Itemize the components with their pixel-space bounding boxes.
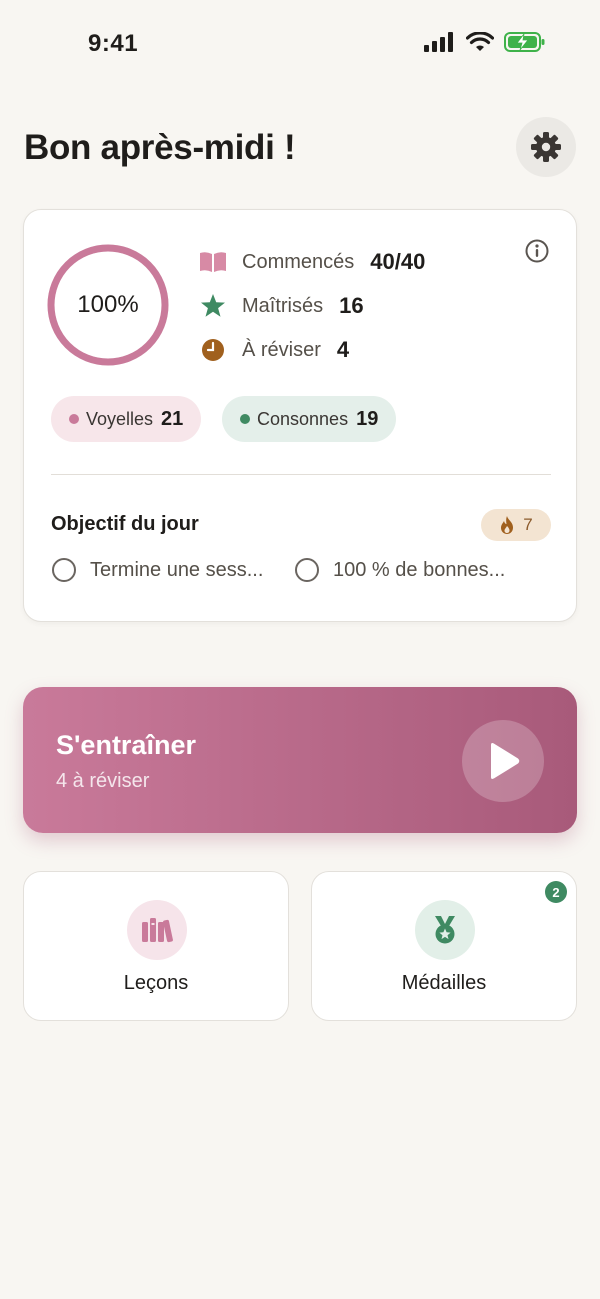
divider: [51, 474, 551, 475]
status-icons: [424, 32, 546, 52]
stat-label: Commencés: [242, 250, 355, 273]
status-bar: 9:41: [0, 0, 600, 90]
vowels-dot: [69, 414, 79, 424]
stat-mastered: Maîtrisés 16: [198, 291, 364, 321]
wifi-icon: [466, 32, 494, 51]
practice-card[interactable]: S'entraîner 4 à réviser: [23, 687, 577, 833]
stat-label: À réviser: [242, 338, 321, 361]
clock-icon: [198, 335, 228, 365]
page-title: Bon après-midi !: [24, 128, 296, 167]
practice-subtitle: 4 à réviser: [56, 770, 150, 792]
stat-value: 16: [339, 293, 364, 318]
goal-checkbox[interactable]: [295, 558, 319, 582]
lessons-icon-wrap: [127, 900, 187, 960]
star-icon: [198, 291, 228, 321]
consonants-pill[interactable]: Consonnes 19: [222, 396, 397, 442]
settings-button[interactable]: [516, 117, 576, 177]
stat-label: Maîtrisés: [242, 294, 324, 317]
stat-started: Commencés 40/40: [198, 247, 425, 277]
consonants-dot: [240, 414, 250, 424]
battery-charging-icon: [504, 32, 545, 52]
flame-icon: [501, 516, 514, 534]
goal-checkbox[interactable]: [52, 558, 76, 582]
books-icon: [142, 918, 173, 943]
pill-label: Consonnes: [257, 408, 349, 429]
goal-label: Termine une sess...: [90, 558, 264, 581]
practice-title: S'entraîner: [56, 730, 196, 760]
cellular-signal-icon: [424, 32, 453, 52]
medal-icon: [435, 916, 455, 944]
daily-goal-title: Objectif du jour: [51, 513, 199, 535]
play-button[interactable]: [462, 720, 544, 802]
medals-label: Médailles: [401, 972, 487, 994]
streak-badge: 7: [481, 509, 551, 541]
streak-count: 7: [523, 515, 533, 534]
stat-review: À réviser 4: [198, 335, 349, 365]
pill-count: 19: [356, 407, 379, 430]
stat-value: 4: [336, 337, 350, 362]
book-open-icon: [198, 247, 228, 277]
lessons-tile[interactable]: Leçons: [23, 871, 289, 1021]
stat-value: 40/40: [370, 249, 426, 274]
pill-count: 21: [161, 407, 184, 430]
progress-percent: 100%: [77, 291, 139, 318]
pill-label: Voyelles: [86, 408, 154, 429]
vowels-pill[interactable]: Voyelles 21: [51, 396, 202, 442]
medals-badge: 2: [545, 881, 567, 903]
progress-card: 100% Commencés 40/40 Maîtrisés 16 À révi…: [23, 209, 577, 622]
status-time: 9:41: [88, 30, 139, 57]
play-icon: [491, 743, 520, 779]
goal-item-session[interactable]: Termine une sess...: [52, 558, 263, 582]
goal-item-accuracy[interactable]: 100 % de bonnes...: [295, 558, 505, 582]
medals-tile[interactable]: 2 Médailles: [311, 871, 577, 1021]
medals-icon-wrap: [415, 900, 475, 960]
lessons-label: Leçons: [123, 972, 189, 994]
gear-icon: [531, 132, 561, 162]
goal-label: 100 % de bonnes...: [333, 558, 506, 581]
info-icon[interactable]: [524, 238, 550, 264]
